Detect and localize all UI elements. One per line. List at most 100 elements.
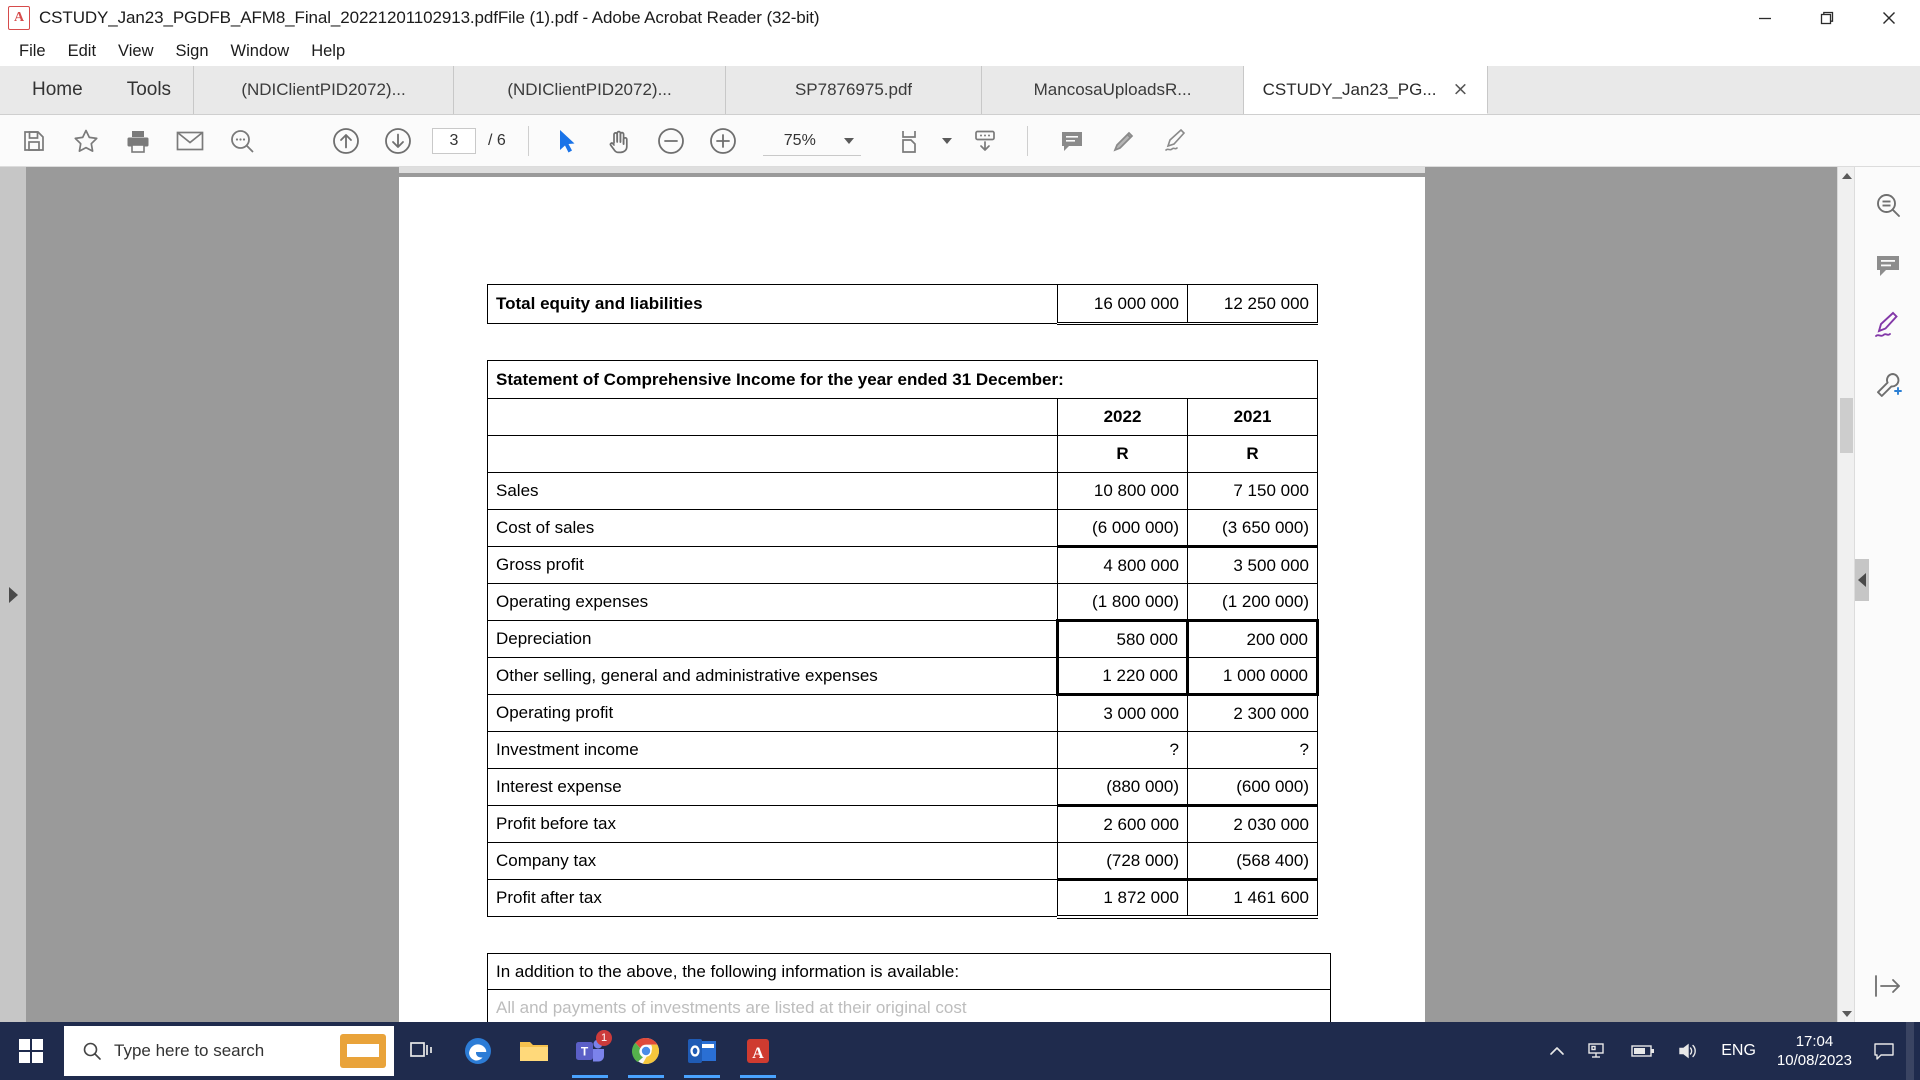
search-tool-icon[interactable]	[1855, 175, 1920, 235]
start-button[interactable]	[0, 1022, 62, 1080]
menu-file[interactable]: File	[8, 40, 57, 63]
scroll-mode-button[interactable]	[959, 119, 1011, 163]
table-row-profit-after-tax: Profit after tax 1 872 000 1 461 600	[487, 878, 1318, 919]
table-header-row: 2022 2021	[487, 398, 1318, 436]
taskbar-search[interactable]: Type here to search	[64, 1026, 394, 1076]
taskbar: Type here to search T 1 A ENG 17:04 10/0…	[0, 1022, 1920, 1080]
close-icon[interactable]: ×	[1453, 80, 1469, 99]
toolbar-divider	[527, 125, 529, 156]
table-row-operating-profit: Operating profit 3 000 000 2 300 000	[487, 694, 1318, 732]
application-window: A CSTUDY_Jan23_PGDFB_AFM8_Final_20221201…	[0, 0, 1920, 1080]
task-view-button[interactable]	[394, 1022, 450, 1080]
fit-page-chevron-icon[interactable]	[935, 119, 959, 163]
minimize-button[interactable]	[1734, 0, 1796, 36]
chevron-down-icon[interactable]	[837, 128, 861, 154]
volume-icon[interactable]	[1666, 1022, 1710, 1080]
table-row-operating-expenses: Operating expenses (1 800 000) (1 200 00…	[487, 583, 1318, 621]
print-icon[interactable]	[112, 119, 164, 163]
menu-help[interactable]: Help	[300, 40, 356, 63]
battery-icon[interactable]	[1620, 1022, 1666, 1080]
comment-tool-icon[interactable]	[1855, 235, 1920, 295]
find-icon[interactable]	[216, 119, 268, 163]
tab-label: (NDIClientPID2072)...	[507, 80, 672, 99]
scroll-down-button[interactable]	[1838, 1005, 1855, 1022]
table-row-depreciation: Depreciation 580 000 200 000	[487, 619, 1319, 658]
row-2021: ?	[1187, 731, 1318, 769]
window-controls	[1734, 0, 1920, 36]
table-row-interest-expense: Interest expense (880 000) (600 000)	[487, 768, 1318, 806]
row-2021: (1 200 000)	[1187, 583, 1318, 621]
edge-app-icon[interactable]	[450, 1022, 506, 1080]
show-desktop-button[interactable]	[1906, 1022, 1914, 1080]
save-button[interactable]	[8, 119, 60, 163]
close-button[interactable]	[1858, 0, 1920, 36]
row-label: Cost of sales	[487, 509, 1058, 547]
expand-pane-button[interactable]	[1855, 559, 1869, 601]
teams-app-icon[interactable]: T 1	[562, 1022, 618, 1080]
table-row: All and payments of investments are list…	[487, 989, 1331, 1022]
tools-button[interactable]: Tools	[105, 66, 193, 114]
currency-2021: R	[1187, 435, 1318, 473]
fill-sign-button[interactable]	[1150, 119, 1202, 163]
row-2022: 4 800 000	[1057, 545, 1188, 584]
document-scrollbar[interactable]	[1837, 167, 1855, 1022]
outlook-app-icon[interactable]	[674, 1022, 730, 1080]
tab-bar: Home Tools (NDIClientPID2072)... (NDICli…	[0, 66, 1920, 115]
tab-ndiclient-2[interactable]: (NDIClientPID2072)...	[454, 66, 727, 114]
restore-button[interactable]	[1796, 0, 1858, 36]
row-2022: 1 872 000	[1057, 878, 1188, 919]
zoom-in-button[interactable]	[697, 119, 749, 163]
table-row-cost-of-sales: Cost of sales (6 000 000) (3 650 000)	[487, 509, 1318, 547]
row-label: Company tax	[487, 842, 1058, 880]
chrome-app-icon[interactable]	[618, 1022, 674, 1080]
expand-collapse-pane-icon[interactable]	[1855, 960, 1920, 1012]
language-indicator[interactable]: ENG	[1710, 1022, 1767, 1080]
menu-window[interactable]: Window	[220, 40, 301, 63]
tab-cstudy-jan23[interactable]: CSTUDY_Jan23_PG... ×	[1244, 66, 1489, 114]
tab-ndiclient-1[interactable]: (NDIClientPID2072)...	[194, 66, 455, 114]
table-row-investment-income: Investment income ? ?	[487, 731, 1318, 769]
zoom-out-button[interactable]	[645, 119, 697, 163]
menu-sign[interactable]: Sign	[165, 40, 220, 63]
row-2021: 7 150 000	[1187, 472, 1318, 510]
zoom-underline	[762, 154, 861, 156]
row-2022: (880 000)	[1057, 768, 1188, 806]
comment-button[interactable]	[1046, 119, 1098, 163]
menu-edit[interactable]: Edit	[57, 40, 107, 63]
favourite-star-icon[interactable]	[60, 119, 112, 163]
acrobat-app-icon[interactable]: A	[730, 1022, 786, 1080]
select-tool-button[interactable]	[541, 119, 593, 163]
row-label: Profit after tax	[487, 879, 1058, 917]
next-page-button[interactable]	[372, 119, 424, 163]
action-center-icon[interactable]	[1862, 1022, 1906, 1080]
fill-sign-tool-icon[interactable]	[1855, 295, 1920, 355]
fit-page-button[interactable]	[883, 119, 935, 163]
email-icon[interactable]	[164, 119, 216, 163]
network-icon[interactable]	[1576, 1022, 1620, 1080]
running-indicator	[628, 1075, 664, 1078]
row-2021: (600 000)	[1187, 768, 1318, 806]
home-button[interactable]: Home	[10, 66, 105, 114]
previous-page-button[interactable]	[320, 119, 372, 163]
income-statement-table: Statement of Comprehensive Income for th…	[487, 360, 1319, 919]
scroll-up-button[interactable]	[1838, 167, 1855, 184]
hand-tool-button[interactable]	[593, 119, 645, 163]
tab-mancosauploads[interactable]: MancosaUploadsR...	[982, 66, 1245, 114]
scrollbar-thumb[interactable]	[1840, 398, 1853, 453]
highlight-button[interactable]	[1098, 119, 1150, 163]
tab-sp7876975[interactable]: SP7876975.pdf	[726, 66, 983, 114]
clock[interactable]: 17:04 10/08/2023	[1767, 1022, 1862, 1080]
more-tools-icon[interactable]	[1855, 355, 1920, 415]
row-2021: 1 461 600	[1187, 878, 1318, 919]
show-hidden-icons-button[interactable]	[1538, 1022, 1576, 1080]
menu-view[interactable]: View	[107, 40, 164, 63]
tab-label: MancosaUploadsR...	[1033, 80, 1192, 99]
left-navigation-pane-toggle[interactable]	[0, 167, 26, 1022]
zoom-level-input[interactable]: 75%	[763, 128, 837, 154]
search-highlight-thumbnail[interactable]	[340, 1034, 386, 1068]
page-number-input[interactable]: 3	[432, 127, 476, 154]
header-2021: 2021	[1187, 398, 1318, 436]
row-2021: 200 000	[1186, 619, 1319, 658]
file-explorer-app-icon[interactable]	[506, 1022, 562, 1080]
header-2022: 2022	[1057, 398, 1188, 436]
